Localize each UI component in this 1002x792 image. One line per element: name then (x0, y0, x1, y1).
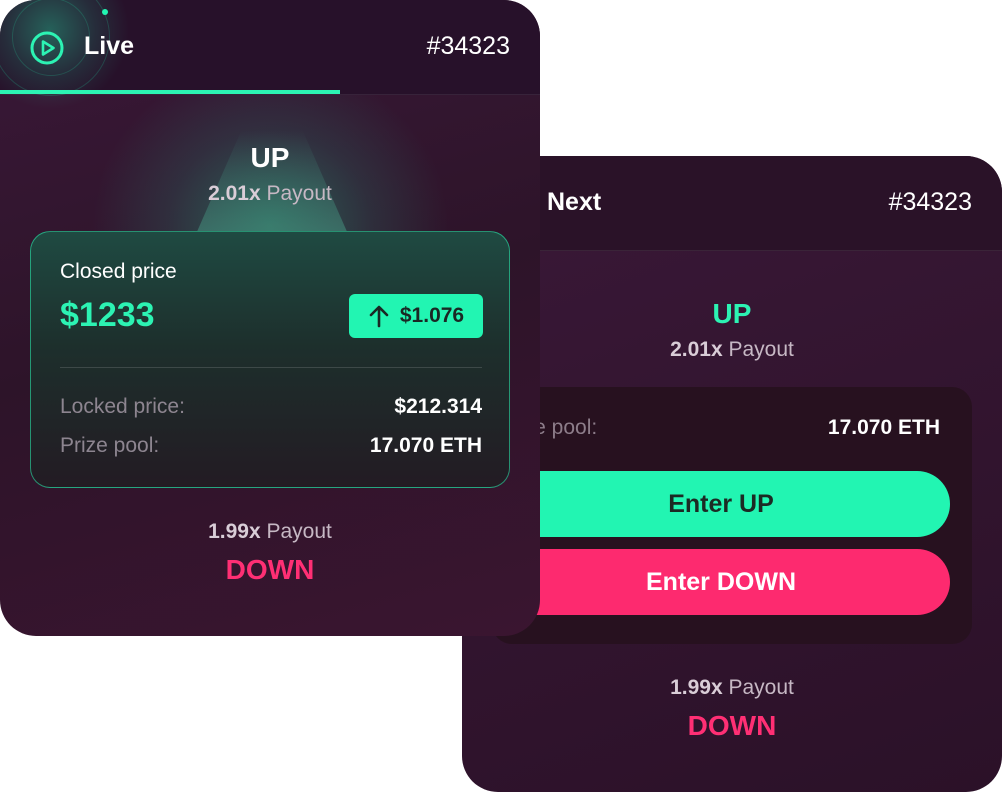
next-up-payout: 2.01x Payout (462, 338, 1002, 362)
prize-pool-label: Prize pool: (60, 434, 160, 457)
live-round-label: Live (84, 32, 135, 60)
next-up-multiplier: 2.01x (670, 338, 723, 361)
live-up-payout: 2.01x Payout (0, 182, 540, 206)
next-round-card: Next #34323 UP 2.01x Payout rize pool: 1… (462, 156, 1002, 792)
round-progress-fill (0, 90, 341, 94)
arrow-up-icon (369, 305, 389, 328)
closed-price-label: Closed price (60, 260, 177, 283)
live-dot (102, 9, 108, 15)
locked-price-label: Locked price: (60, 395, 185, 418)
live-up-title: UP (250, 142, 290, 173)
next-entry-panel: rize pool: 17.070 ETH Enter UP Enter DOW… (492, 387, 972, 644)
live-down-payout-word: Payout (266, 520, 332, 543)
live-down-multiplier: 1.99x (208, 520, 261, 543)
price-change-badge: $1.076 (349, 294, 483, 338)
enter-down-button[interactable]: Enter DOWN (492, 549, 950, 615)
live-up-multiplier: 2.01x (208, 182, 261, 205)
next-down-title: DOWN (687, 710, 777, 741)
next-round-id: #34323 (888, 188, 972, 216)
prize-pool-value: 17.070 ETH (369, 434, 482, 457)
live-down-title: DOWN (225, 554, 315, 585)
panel-divider (60, 367, 482, 368)
next-up-payout-word: Payout (728, 338, 794, 361)
live-round-card: Live #34323 UP 2.01x Payout Closed price… (0, 0, 540, 636)
live-card-header: Live #34323 (0, 0, 540, 110)
locked-price-value: $212.314 (394, 395, 482, 418)
next-round-label: Next (547, 188, 602, 216)
live-up-payout-word: Payout (266, 182, 332, 205)
next-card-header: Next #34323 (462, 156, 1002, 251)
next-down-payout-word: Payout (728, 676, 794, 699)
next-down-multiplier: 1.99x (670, 676, 723, 699)
closed-price-value: $1233 (60, 296, 155, 334)
prediction-stage: Next #34323 UP 2.01x Payout rize pool: 1… (0, 0, 1002, 792)
next-down-payout: 1.99x Payout (462, 676, 1002, 700)
next-prize-pool-value: 17.070 ETH (827, 416, 940, 439)
play-circle-icon (30, 31, 64, 65)
live-round-id: #34323 (426, 32, 510, 60)
live-down-payout: 1.99x Payout (0, 520, 540, 544)
price-change-value: $1.076 (399, 304, 465, 327)
round-progress-bar (0, 90, 540, 94)
live-price-panel: Closed price $1233 $1.076 Locked price: … (30, 231, 510, 488)
next-up-title: UP (712, 298, 752, 329)
enter-up-button[interactable]: Enter UP (492, 471, 950, 537)
